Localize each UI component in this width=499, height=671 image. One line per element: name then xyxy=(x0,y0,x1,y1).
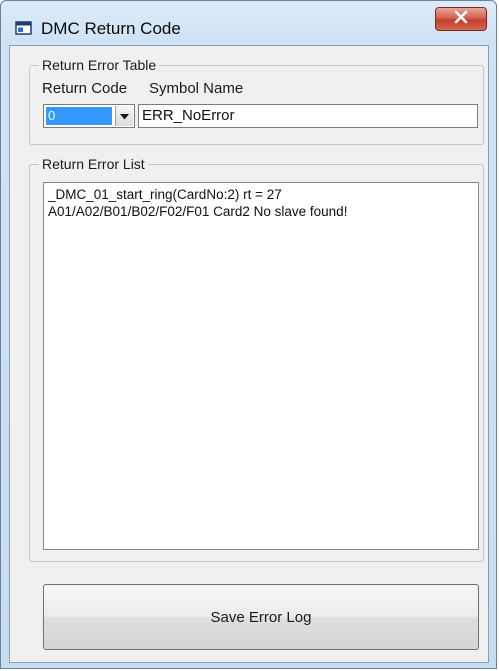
dmc-return-code-window: DMC Return Code Return Error Table Retur… xyxy=(0,0,497,669)
symbol-name-label: Symbol Name xyxy=(149,80,244,97)
save-error-log-label: Save Error Log xyxy=(210,608,312,626)
chevron-down-icon xyxy=(120,107,129,125)
return-error-listbox[interactable]: _DMC_01_start_ring(CardNo:2) rt = 27 A01… xyxy=(43,182,479,550)
return-code-value[interactable]: 0 xyxy=(46,107,112,125)
save-error-log-button[interactable]: Save Error Log xyxy=(43,584,479,650)
window-app-icon[interactable] xyxy=(15,20,33,36)
return-code-dropdown-button[interactable] xyxy=(115,106,133,126)
window-title: DMC Return Code xyxy=(41,19,181,38)
return-error-list-title: Return Error List xyxy=(39,156,148,172)
close-button[interactable] xyxy=(435,7,487,31)
return-error-table-title: Return Error Table xyxy=(39,57,160,73)
return-code-label: Return Code xyxy=(42,80,128,97)
return-code-select[interactable]: 0 xyxy=(43,104,135,128)
title-bar[interactable]: DMC Return Code xyxy=(1,1,496,45)
list-item[interactable]: _DMC_01_start_ring(CardNo:2) rt = 27 xyxy=(48,186,474,203)
close-icon xyxy=(453,10,469,29)
symbol-name-field[interactable]: ERR_NoError xyxy=(138,104,478,128)
list-item[interactable]: A01/A02/B01/B02/F02/F01 Card2 No slave f… xyxy=(48,203,474,220)
client-area: Return Error Table Return Code Symbol Na… xyxy=(9,45,489,663)
